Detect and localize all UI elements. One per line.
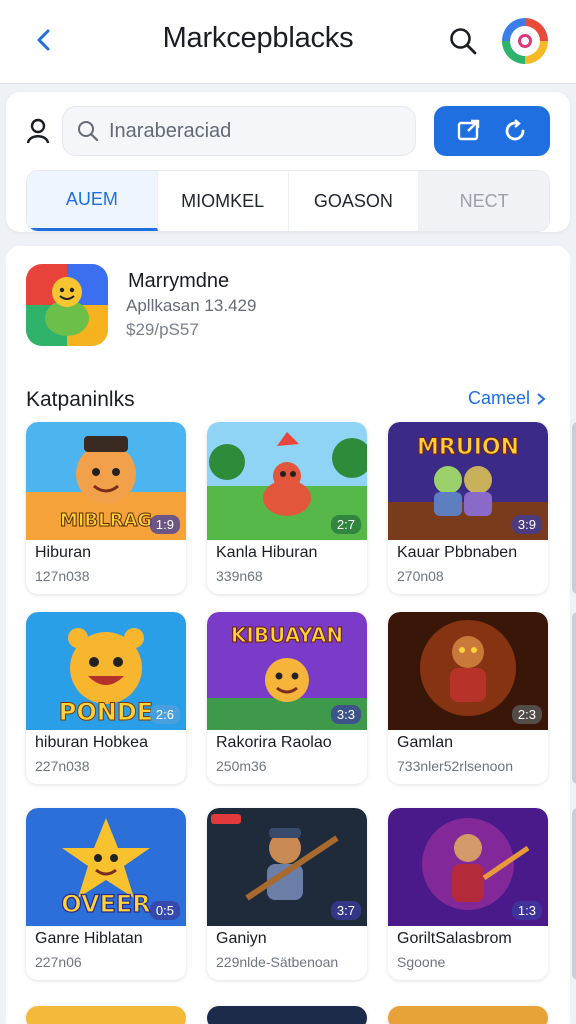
- app-card[interactable]: OVEER 0:5 Ganre Hiblatan 227n06: [26, 808, 186, 980]
- app-title: Ganre Hiblatan: [35, 930, 143, 947]
- user-icon[interactable]: [26, 118, 50, 144]
- app-thumbnail: OVEER 0:5: [26, 808, 186, 926]
- page-title: Markcepblacks: [162, 22, 354, 54]
- app-card[interactable]: PONDE 2:6 hiburan Hobkea 227n038: [26, 612, 186, 784]
- featured-app-art: [26, 264, 108, 346]
- share-icon[interactable]: [456, 118, 482, 144]
- app-avatar[interactable]: [502, 18, 548, 64]
- featured-app-icon[interactable]: [26, 264, 108, 346]
- avatar-dot: [518, 34, 532, 48]
- app-card-partial[interactable]: [207, 1006, 367, 1024]
- content-panel: Marrymdne Apllkasan 13.429 $29/pS57 Katp…: [6, 246, 576, 1024]
- app-meta: 250m36: [216, 758, 267, 774]
- rating-badge: 3:7: [330, 901, 361, 920]
- app-meta: 229nlde-Sätbenoan: [216, 954, 339, 970]
- app-thumbnail: 3:7: [207, 808, 367, 926]
- thumb-text: PONDE: [59, 698, 153, 726]
- app-meta: 227n06: [35, 954, 82, 970]
- app-title: Ganiyn: [216, 930, 267, 947]
- rating-badge: 2:6: [149, 705, 180, 724]
- rating-badge: 1:3: [511, 901, 542, 920]
- featured-app-subtitle: Apllkasan 13.429: [126, 296, 257, 315]
- app-thumbnail: MRUION 3:9: [388, 422, 548, 540]
- rating-badge: 2:7: [330, 515, 361, 534]
- app-meta: 733nler52rlsenoon: [397, 758, 513, 774]
- app-thumbnail: 1:3: [388, 808, 548, 926]
- featured-app-name[interactable]: Marrymdne: [128, 270, 229, 293]
- app-title: Gamlan: [397, 734, 454, 751]
- chevron-right-icon: [537, 392, 546, 405]
- search-icon: [78, 121, 99, 142]
- app-meta: 227n038: [35, 758, 90, 774]
- app-card-partial[interactable]: [26, 1006, 186, 1024]
- rating-badge: 1:9: [149, 515, 180, 534]
- app-card[interactable]: MRUION 3:9 Kauar Pbbnaben 270n08: [388, 422, 548, 594]
- thumb-text: OVEER: [61, 890, 151, 918]
- app-thumbnail: 2:3: [388, 612, 548, 730]
- rating-badge: 0:5: [149, 901, 180, 920]
- app-card[interactable]: 3:7 Ganiyn 229nlde-Sätbenoan: [207, 808, 367, 980]
- app-thumbnail: 2:7: [207, 422, 367, 540]
- app-thumbnail: PONDE 2:6: [26, 612, 186, 730]
- tab-miomkel[interactable]: MIOMKEL: [158, 171, 289, 231]
- app-meta: 270n08: [397, 568, 444, 584]
- tab-auem[interactable]: AUEM: [27, 171, 158, 231]
- avatar-inner: [510, 26, 540, 56]
- tab-goason[interactable]: GOASON: [289, 171, 420, 231]
- app-card-partial[interactable]: [388, 1006, 548, 1024]
- search-input[interactable]: Inaraberaciad: [62, 106, 416, 156]
- section-title: Katpaninlks: [26, 388, 135, 411]
- section-link-label: Cameel: [468, 388, 531, 408]
- app-thumbnail: KIBUAYAN 3:3: [207, 612, 367, 730]
- tab-bar: AUEM MIOMKEL GOASON NECT: [26, 170, 550, 232]
- action-buttons[interactable]: [434, 106, 550, 156]
- app-card[interactable]: MIBLRAG 1:9 Hiburan 127n038: [26, 422, 186, 594]
- section-see-all-link[interactable]: Cameel: [468, 388, 546, 409]
- app-title: Rakorira Raolao: [216, 734, 332, 751]
- app-card[interactable]: KIBUAYAN 3:3 Rakorira Raolao 250m36: [207, 612, 367, 784]
- top-app-bar: Markcepblacks: [0, 0, 576, 84]
- thumb-text: KIBUAYAN: [231, 623, 343, 647]
- app-meta: 127n038: [35, 568, 90, 584]
- toolbar-panel: Inaraberaciad AUEM MIOMKEL GOASON NECT: [6, 92, 570, 232]
- next-card-peek: [572, 422, 576, 594]
- app-title: GoriltSalasbrom: [397, 930, 512, 947]
- app-title: Hiburan: [35, 544, 92, 561]
- app-thumbnail: MIBLRAG 1:9: [26, 422, 186, 540]
- app-title: Kauar Pbbnaben: [397, 544, 518, 561]
- next-card-peek: [572, 808, 576, 980]
- featured-app-price: $29/pS57: [126, 320, 199, 339]
- rating-badge: 2:3: [511, 705, 542, 724]
- app-meta: Sgoone: [397, 954, 446, 970]
- search-button[interactable]: [444, 22, 482, 60]
- thumb-text: MRUION: [417, 435, 519, 460]
- search-placeholder: Inaraberaciad: [109, 119, 232, 142]
- next-card-peek: [572, 612, 576, 784]
- refresh-icon[interactable]: [502, 118, 528, 144]
- app-title: Kanla Hiburan: [216, 544, 318, 561]
- app-meta: 339n68: [216, 568, 263, 584]
- tab-nect[interactable]: NECT: [419, 171, 549, 231]
- app-card[interactable]: 2:7 Kanla Hiburan 339n68: [207, 422, 367, 594]
- thumb-text: MIBLRAG: [60, 510, 152, 531]
- rating-badge: 3:9: [511, 515, 542, 534]
- app-card[interactable]: 1:3 GoriltSalasbrom Sgoone: [388, 808, 548, 980]
- rating-badge: 3:3: [330, 705, 361, 724]
- app-card[interactable]: 2:3 Gamlan 733nler52rlsenoon: [388, 612, 548, 784]
- search-icon: [450, 28, 477, 55]
- app-title: hiburan Hobkea: [35, 734, 148, 751]
